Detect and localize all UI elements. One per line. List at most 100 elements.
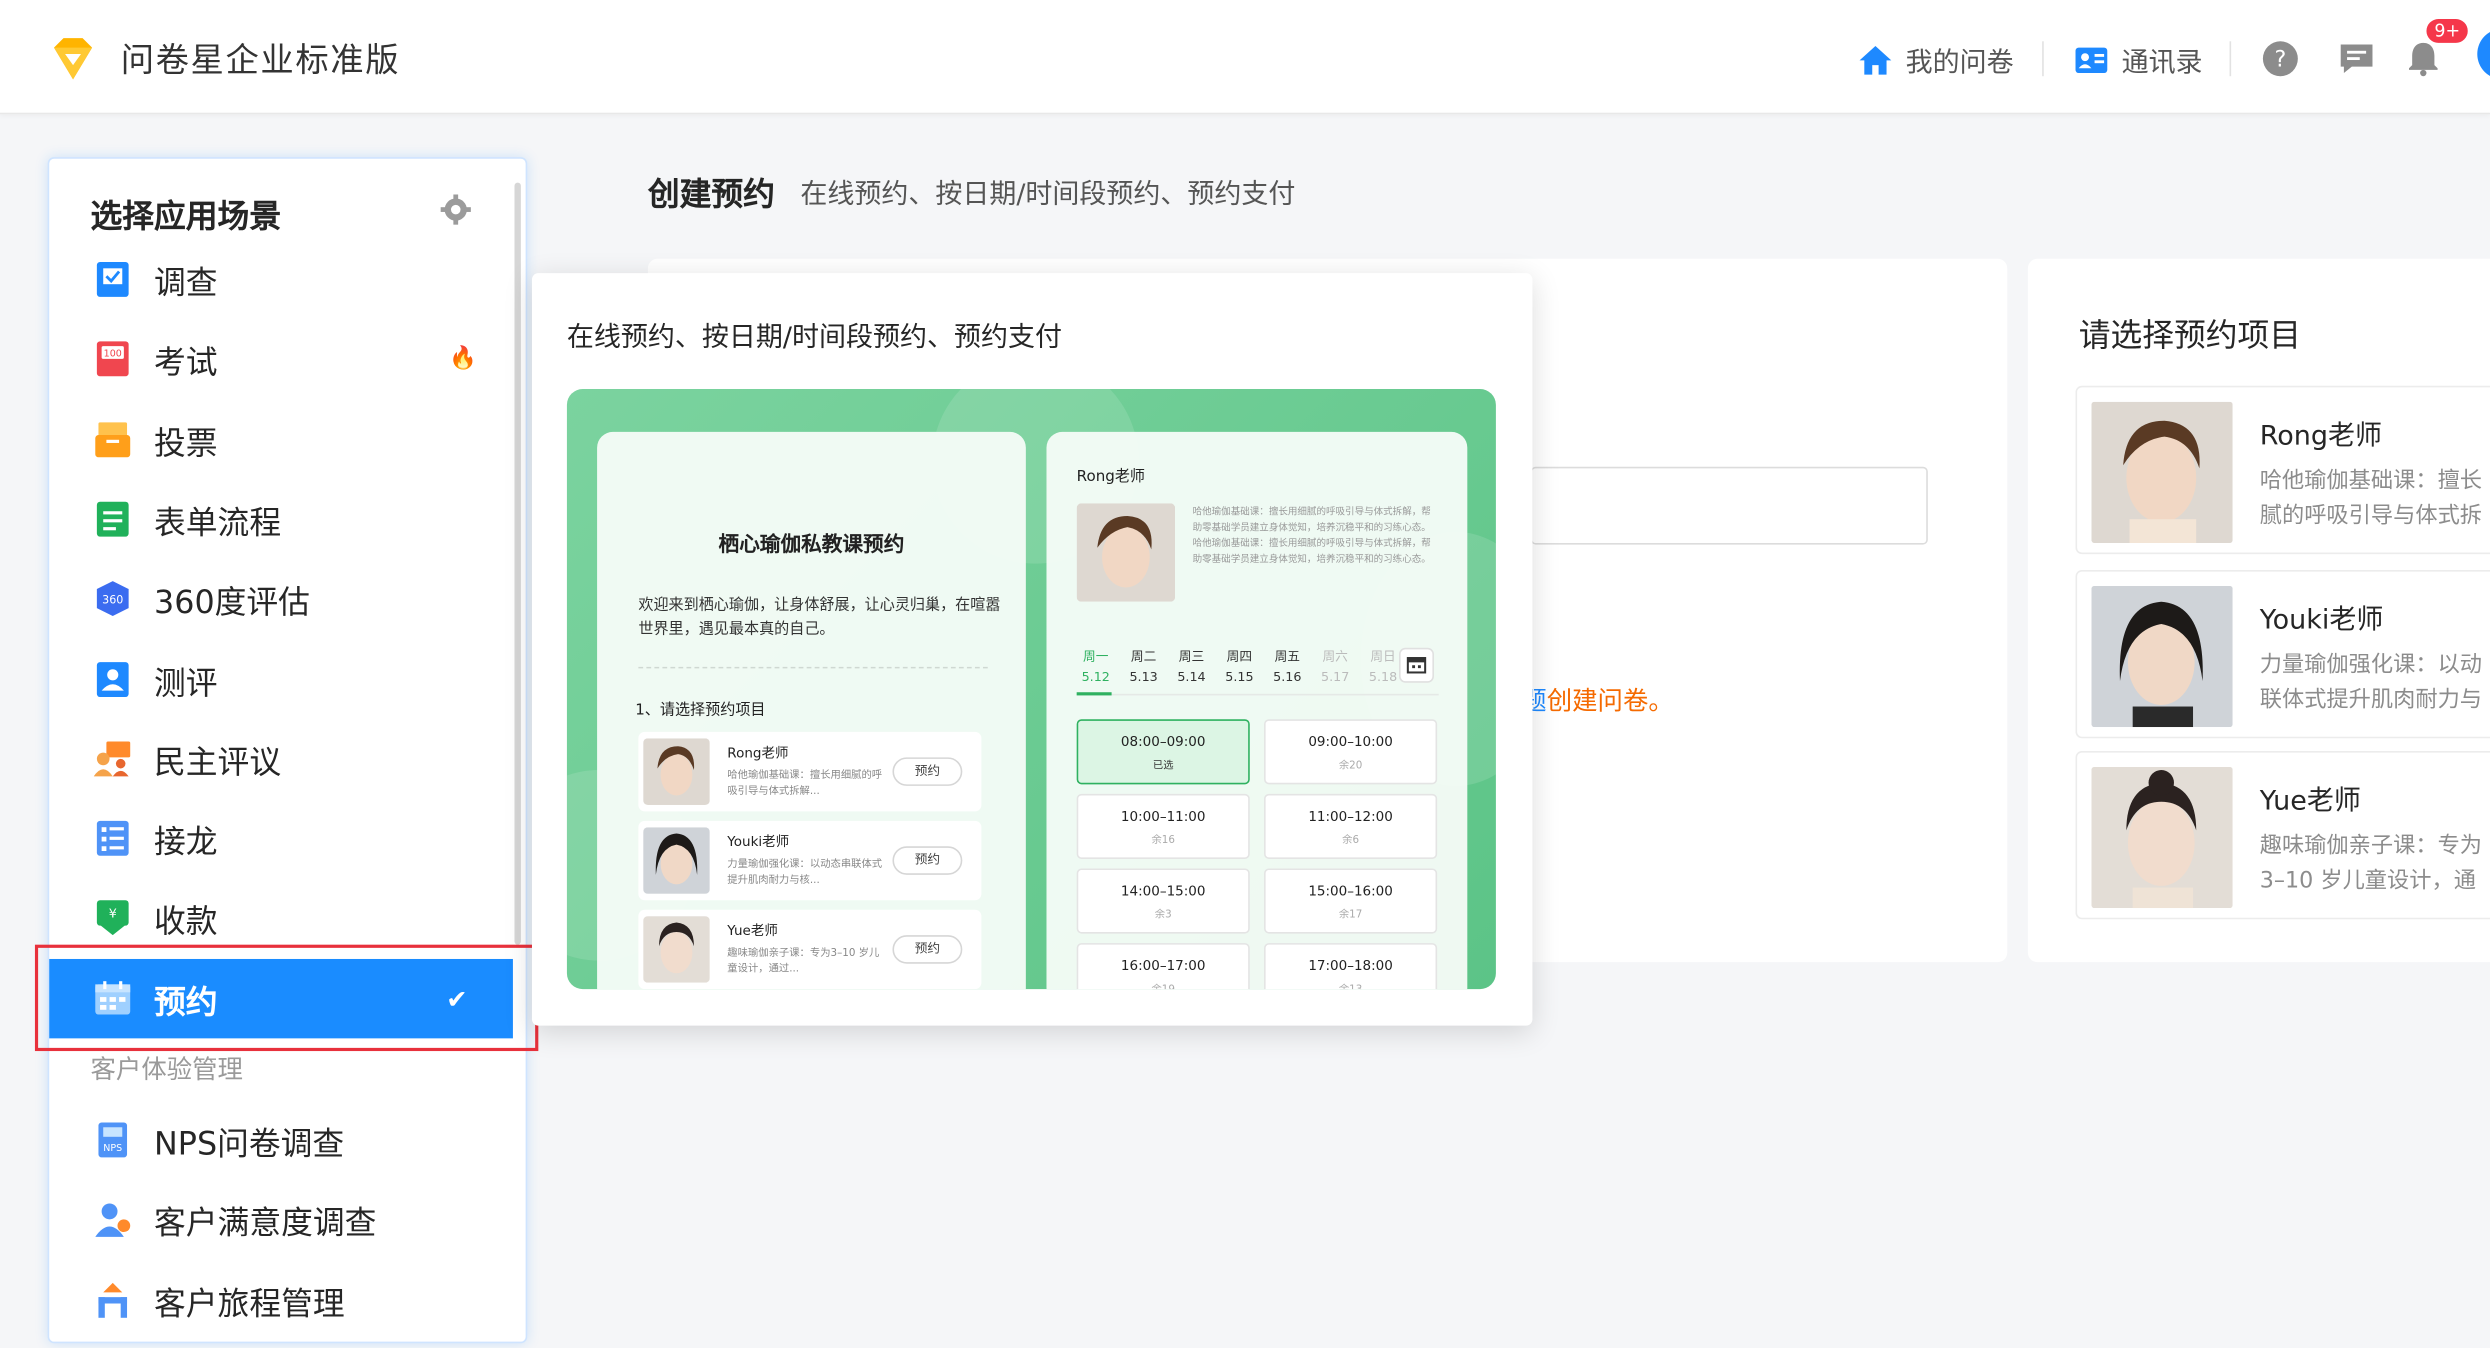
app-window: 问卷星企业标准版 我的问卷 通讯录 ? 9+ 创建预约 在线预约、按日期/时间段… bbox=[0, 0, 2490, 1348]
time-slot: 17:00–18:00 余13 bbox=[1264, 943, 1438, 990]
popover-title: 在线预约、按日期/时间段预约、预约支付 bbox=[566, 322, 1062, 355]
form-icon bbox=[96, 501, 129, 537]
teacher-photo bbox=[1076, 503, 1176, 602]
day-tab-date: 5.13 bbox=[1129, 670, 1158, 685]
teacher-desc-line: 联体式提升肌肉耐力与 bbox=[2259, 687, 2483, 713]
teacher-photo bbox=[643, 738, 710, 805]
time-slot-remaining: 余6 bbox=[1342, 833, 1360, 847]
time-slot-remaining: 余3 bbox=[1154, 908, 1172, 921]
sidebar-item-form[interactable]: 表单流程 bbox=[49, 479, 513, 558]
home-icon bbox=[1859, 45, 1892, 74]
day-tab-date: 5.17 bbox=[1321, 670, 1350, 685]
day-tab-date: 5.16 bbox=[1273, 670, 1302, 685]
sidebar-item-label: 民主评议 bbox=[154, 742, 282, 781]
time-slot-time: 15:00–16:00 bbox=[1308, 884, 1393, 901]
time-slot-remaining: 余20 bbox=[1338, 758, 1363, 772]
preview-welcome-text: 欢迎来到栖心瑜伽，让身体舒展，让心灵归巢，在喧嚣世界里，遇见最本真的自己。 bbox=[638, 596, 1001, 639]
journey-icon bbox=[98, 1282, 128, 1318]
avatar[interactable] bbox=[2477, 28, 2490, 80]
project-item-rong[interactable]: Rong老师 哈他瑜伽基础课：擅长 腻的呼吸引导与体式拆 bbox=[2075, 385, 2490, 555]
teacher-desc-line: 腻的呼吸引导与体式拆 bbox=[2259, 503, 2483, 529]
day-tab-date: 5.18 bbox=[1368, 670, 1398, 685]
time-slot-remaining: 余13 bbox=[1266, 980, 1436, 989]
sidebar-item-label: 考试 bbox=[154, 342, 218, 381]
sidebar-item-journey[interactable]: 客户旅程管理 bbox=[49, 1261, 513, 1340]
project-select-title: 请选择预约项目 bbox=[2078, 315, 2302, 355]
active-day-indicator bbox=[1076, 692, 1112, 696]
preview-image: 栖心瑜伽私教课预约 欢迎来到栖心瑜伽，让身体舒展，让心灵归巢，在喧嚣世界里，遇见… bbox=[566, 388, 1496, 990]
day-tab-weekday: 周日 bbox=[1370, 649, 1396, 664]
time-slot-time: 14:00–15:00 bbox=[1120, 884, 1206, 901]
top-bar: 问卷星企业标准版 我的问卷 通讯录 ? 9+ bbox=[0, 0, 2490, 115]
preview-option-row: Rong老师 哈他瑜伽基础课：擅长用细腻的呼吸引导与体式拆解... 预约 bbox=[638, 731, 982, 812]
svg-text:NPS: NPS bbox=[103, 1143, 122, 1154]
create-survey-link[interactable]: 题创建问卷。 bbox=[1521, 680, 1673, 718]
sidebar-item-360[interactable]: 360 360度评估 bbox=[49, 559, 513, 638]
teacher-desc: 哈他瑜伽基础课：擅长用细腻的呼吸引导与体式拆解... bbox=[727, 768, 883, 798]
teacher-desc: 趣味瑜伽亲子课：专为3–10 岁儿童设计，通过... bbox=[727, 946, 880, 975]
contacts-icon bbox=[2075, 46, 2108, 73]
teacher-desc-line: 力量瑜伽强化课：以动 bbox=[2259, 652, 2483, 678]
time-slot-remaining: 余17 bbox=[1338, 908, 1363, 921]
message-icon[interactable] bbox=[2338, 40, 2376, 78]
time-slot: 08:00–09:00 已选 bbox=[1076, 719, 1250, 785]
day-tabs: 周一 5.12 周二 5.13 周三 5.14 周四 5.15 周五 5.16 周六 5.17 周日 5.… bbox=[1077, 646, 1403, 687]
sidebar-item-survey[interactable]: 调查 bbox=[49, 240, 513, 319]
gear-icon[interactable] bbox=[440, 194, 472, 226]
sidebar-item-democratic[interactable]: 民主评议 bbox=[49, 719, 513, 798]
sidebar-item-label: 接龙 bbox=[154, 821, 218, 860]
democratic-icon bbox=[93, 741, 131, 777]
nav-divider bbox=[2042, 41, 2044, 77]
teacher-photo bbox=[2091, 766, 2233, 909]
project-item-youki[interactable]: Youki老师 力量瑜伽强化课：以动 联体式提升肌肉耐力与 bbox=[2075, 569, 2490, 739]
hot-icon: 🔥 bbox=[449, 346, 478, 372]
divider bbox=[1076, 693, 1439, 696]
time-slot-time: 10:00–11:00 bbox=[1120, 809, 1206, 826]
svg-text:?: ? bbox=[2274, 47, 2286, 73]
time-slot-remaining: 已选 bbox=[1152, 758, 1174, 772]
day-tab: 周六 5.17 bbox=[1316, 646, 1354, 687]
project-select-panel: 请选择预约项目 Rong老师 哈他瑜伽基础课：擅长 腻的呼吸引导与体式拆 Youk… bbox=[2027, 258, 2490, 963]
chain-icon bbox=[96, 820, 129, 856]
sidebar-item-label: NPS问卷调查 bbox=[154, 1123, 345, 1162]
book-button: 预约 bbox=[892, 757, 963, 786]
sidebar-section-title: 客户体验管理 bbox=[90, 1054, 243, 1085]
sidebar-item-satisfaction[interactable]: 客户满意度调查 bbox=[49, 1180, 513, 1259]
time-slot: 11:00–12:00 余6 bbox=[1264, 793, 1438, 859]
highlight-box bbox=[34, 944, 539, 1052]
help-icon[interactable]: ? bbox=[2261, 40, 2299, 78]
day-tab-weekday: 周二 bbox=[1130, 649, 1157, 664]
sidebar-item-assessment[interactable]: 测评 bbox=[49, 640, 513, 719]
nav-contacts[interactable]: 通讯录 bbox=[2074, 40, 2203, 79]
assessment-icon bbox=[96, 662, 129, 698]
preview-popover: 在线预约、按日期/时间段预约、预约支付 栖心瑜伽私教课预约 欢迎来到栖心瑜伽，让… bbox=[531, 273, 1533, 1026]
day-tab-date: 5.15 bbox=[1225, 670, 1254, 685]
sidebar-item-vote[interactable]: 投票 bbox=[49, 400, 513, 479]
sidebar-item-label: 表单流程 bbox=[154, 502, 282, 541]
day-tab-weekday: 周三 bbox=[1178, 649, 1205, 664]
sidebar-item-chain[interactable]: 接龙 bbox=[49, 799, 513, 878]
teacher-name: Youki老师 bbox=[727, 835, 790, 852]
project-item-yue[interactable]: Yue老师 趣味瑜伽亲子课：专为 3–10 岁儿童设计，通 bbox=[2075, 750, 2490, 920]
time-slot-remaining: 余19 bbox=[1078, 980, 1248, 989]
time-slot: 16:00–17:00 余19 bbox=[1076, 943, 1250, 990]
nav-my-surveys[interactable]: 我的问卷 bbox=[1858, 40, 2014, 80]
satisfaction-icon bbox=[95, 1203, 131, 1237]
sidebar-item-label: 360度评估 bbox=[154, 581, 310, 620]
teacher-desc: 趣味瑜伽亲子课：专为 3–10 岁儿童设计，通 bbox=[2260, 829, 2482, 899]
day-tab-date: 5.12 bbox=[1081, 670, 1110, 685]
360-icon: 360 bbox=[96, 581, 129, 617]
sidebar-scrollbar[interactable] bbox=[514, 182, 521, 945]
sidebar-item-nps[interactable]: NPS NPS问卷调查 bbox=[49, 1100, 513, 1179]
title-input[interactable] bbox=[1530, 466, 1928, 545]
teacher-photo bbox=[643, 916, 710, 983]
sidebar-item-label: 收款 bbox=[154, 901, 218, 940]
nav-my-surveys-label: 我的问卷 bbox=[1905, 47, 2014, 80]
preview-form-card: 栖心瑜伽私教课预约 欢迎来到栖心瑜伽，让身体舒展，让心灵归巢，在喧嚣世界里，遇见… bbox=[597, 431, 1026, 990]
bell-icon[interactable] bbox=[2404, 40, 2442, 78]
payment-icon: ¥ bbox=[96, 900, 129, 936]
sidebar-item-exam[interactable]: 100 考试 🔥 bbox=[49, 319, 513, 398]
teacher-desc-line: 趣味瑜伽亲子课：专为 bbox=[2259, 833, 2483, 859]
teacher-desc-line: 哈他瑜伽基础课：擅长 bbox=[2259, 468, 2483, 494]
day-tab: 周日 5.18 bbox=[1364, 646, 1402, 687]
